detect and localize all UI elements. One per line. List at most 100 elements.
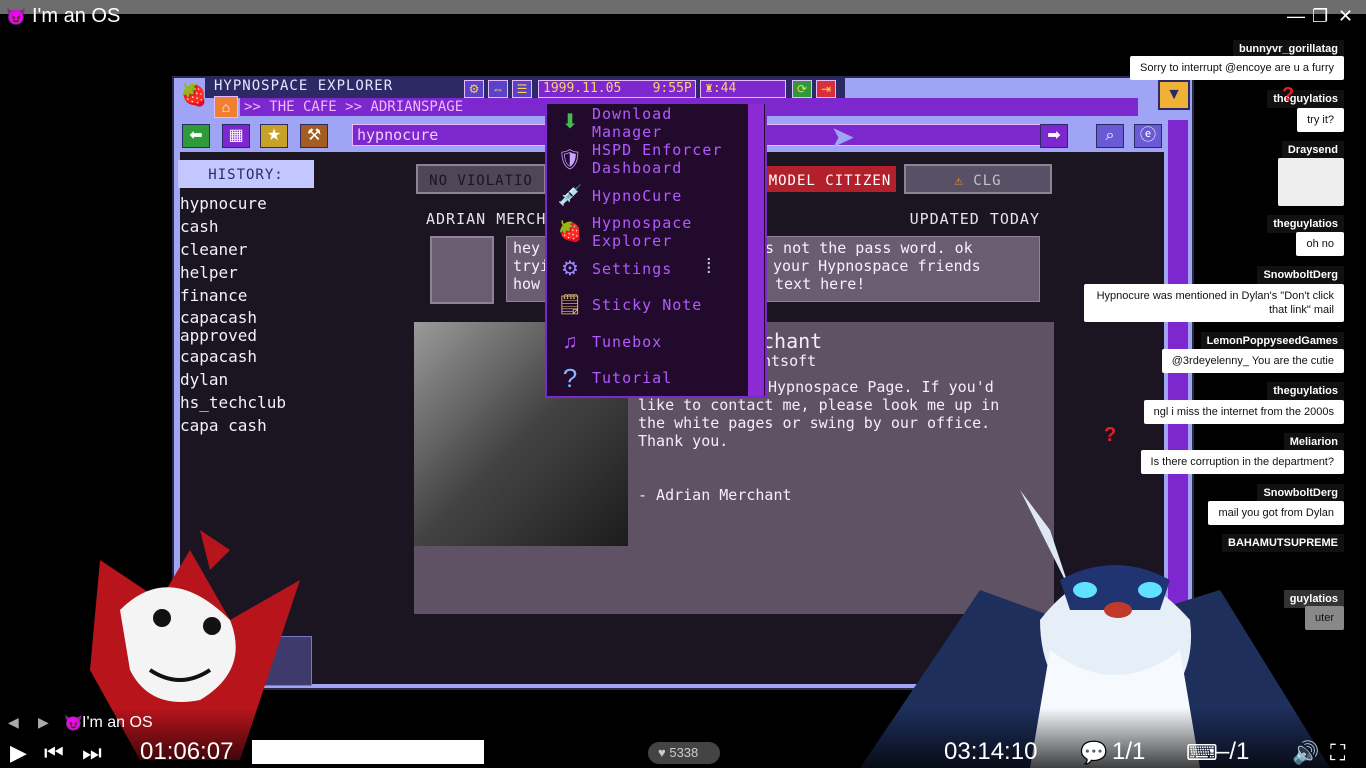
- history-item[interactable]: capacash: [180, 345, 320, 368]
- explorer-icon: 🍓: [557, 221, 583, 243]
- chat-message: oh no: [1296, 232, 1344, 256]
- clg-status: ⚠ CLG: [904, 164, 1052, 194]
- msg-line: s not the pass word. ok: [765, 239, 973, 257]
- history-item[interactable]: capa cash: [180, 414, 320, 437]
- hand-cursor-icon: ⁞: [706, 256, 712, 278]
- menu-item-settings[interactable]: Settings: [592, 260, 672, 278]
- sticky-note-icon: 🗒: [557, 294, 583, 316]
- menu-item-hypnospace-explorer[interactable]: Hypnospace Explorer: [592, 214, 692, 250]
- close-icon[interactable]: ✕: [1338, 6, 1353, 26]
- bio-line: like to contact me, please look me up in: [638, 396, 1000, 414]
- badge-icon: 🛡: [557, 149, 583, 171]
- chat-message: mail you got from Dylan: [1208, 501, 1344, 525]
- fullscreen-icon[interactable]: ⛶: [1330, 740, 1345, 766]
- cursor-icon: ➤: [830, 121, 856, 154]
- volume-icon[interactable]: 🔊: [1292, 740, 1319, 766]
- msg-line: tryi: [513, 257, 550, 275]
- gear-icon[interactable]: ⚙: [464, 80, 484, 98]
- chat-username: theguylatios: [1267, 382, 1344, 400]
- history-item[interactable]: finance: [180, 284, 320, 307]
- resize-icon[interactable]: ⇔: [488, 80, 508, 98]
- home-button[interactable]: ⌂: [214, 96, 238, 118]
- go-arrow-icon[interactable]: ➡: [1040, 124, 1068, 148]
- chat-username: theguylatios: [1267, 215, 1344, 233]
- duration-time: 03:14:10: [944, 738, 1038, 765]
- history-item[interactable]: capacash: [180, 309, 320, 327]
- refresh-icon[interactable]: ⟳: [792, 80, 812, 98]
- skip-back-icon[interactable]: ⏮: [44, 740, 64, 766]
- menu-scrollbar[interactable]: [748, 104, 764, 396]
- chat-message: try it?: [1297, 108, 1344, 132]
- search-icon[interactable]: ⌕: [1096, 124, 1124, 148]
- updated-label: UPDATED TODAY: [909, 210, 1040, 228]
- back-arrow-icon[interactable]: ⬅: [182, 124, 210, 148]
- info-icon[interactable]: ⓔ: [1134, 124, 1162, 148]
- question-badge-icon: ?: [1104, 424, 1117, 446]
- menu-label: Explorer: [592, 232, 673, 250]
- menu-item-hypnocure[interactable]: HypnoCure: [592, 187, 682, 205]
- chat-username: theguylatios: [1267, 90, 1344, 108]
- elapsed-time: 01:06:07: [140, 738, 234, 765]
- gavel-icon[interactable]: ⚒: [300, 124, 328, 148]
- next-chevron-icon[interactable]: ▶: [38, 714, 49, 731]
- history-item[interactable]: approved: [180, 327, 320, 345]
- history-list: hypnocure cash cleaner helper finance ca…: [180, 192, 320, 437]
- menu-label: Tutorial: [592, 369, 673, 387]
- syringe-icon: 💉: [557, 185, 583, 207]
- menu-label: Tunebox: [592, 333, 663, 351]
- menu-label: Sticky Note: [592, 296, 703, 314]
- chat-message: Is there corruption in the department?: [1140, 450, 1344, 474]
- citizen-status: MODEL CITIZEN: [762, 164, 898, 194]
- chat-message: @3rdeyelenny_ You are the cutie: [1161, 349, 1344, 373]
- music-note-icon: ♫: [562, 331, 578, 353]
- menu-item-hspd-enforcer[interactable]: HSPD Enforcer Dashboard: [592, 141, 722, 177]
- menu-item-sticky-note[interactable]: Sticky Note: [592, 296, 702, 314]
- list-icon[interactable]: ☰: [512, 80, 532, 98]
- likes-counter[interactable]: ♥ 5338: [648, 742, 720, 764]
- progress-bar[interactable]: [252, 740, 484, 764]
- star-icon[interactable]: ★: [260, 124, 288, 148]
- date-text: 1999.11.05: [543, 81, 622, 96]
- chat-message: Hypnocure was mentioned in Dylan's "Don'…: [1084, 284, 1344, 322]
- history-item[interactable]: hs_techclub: [180, 391, 320, 414]
- msg-line: how: [513, 275, 541, 293]
- frame-icon[interactable]: ▦: [222, 124, 250, 148]
- gear-icon: ⚙: [561, 258, 579, 280]
- history-item[interactable]: hypnocure: [180, 192, 320, 215]
- msg-line: hey: [513, 239, 541, 257]
- captions-icon[interactable]: ⌨: [1186, 740, 1218, 766]
- skip-forward-icon[interactable]: ⏭: [82, 740, 102, 766]
- menu-label: Settings: [592, 260, 673, 278]
- devil-icon: 😈: [64, 715, 83, 732]
- chat-username: BAHAMUTSUPREME: [1222, 534, 1344, 552]
- avatar: [430, 236, 494, 304]
- bio-line: the white pages or swing by our office.: [638, 414, 991, 432]
- minimize-icon[interactable]: —: [1287, 6, 1305, 26]
- chat-username: SnowboltDerg: [1257, 484, 1344, 502]
- history-item[interactable]: cleaner: [180, 238, 320, 261]
- chat-username: SnowboltDerg: [1257, 266, 1344, 284]
- app-title: HYPNOSPACE EXPLORER: [214, 78, 394, 94]
- menu-label: Manager: [592, 123, 663, 141]
- exit-icon[interactable]: ⇥: [816, 80, 836, 98]
- caption-count: –/1: [1216, 738, 1250, 765]
- history-item[interactable]: helper: [180, 261, 320, 284]
- menu-label: HSPD Enforcer: [592, 141, 723, 159]
- bio-line: Thank you.: [638, 432, 729, 450]
- menu-item-tutorial[interactable]: Tutorial: [592, 369, 672, 387]
- window-menu-button[interactable]: ▼: [1158, 80, 1190, 110]
- history-item[interactable]: dylan: [180, 368, 320, 391]
- history-item[interactable]: cash: [180, 215, 320, 238]
- chat-bubble-icon[interactable]: 💬: [1080, 740, 1107, 766]
- menu-label: HypnoCure: [592, 187, 683, 205]
- question-icon: ?: [562, 363, 578, 393]
- chat-username: Draysend: [1281, 141, 1344, 159]
- play-icon[interactable]: ▶: [10, 740, 27, 766]
- time-text: 9:55P: [652, 81, 692, 96]
- menu-item-download-manager[interactable]: Download Manager: [592, 105, 672, 141]
- download-icon: ⬇: [561, 111, 579, 133]
- channel-name[interactable]: I'm an OS: [82, 714, 153, 732]
- restore-icon[interactable]: ❐: [1312, 6, 1328, 26]
- menu-item-tunebox[interactable]: Tunebox: [592, 333, 662, 351]
- prev-chevron-icon[interactable]: ◀: [8, 714, 19, 731]
